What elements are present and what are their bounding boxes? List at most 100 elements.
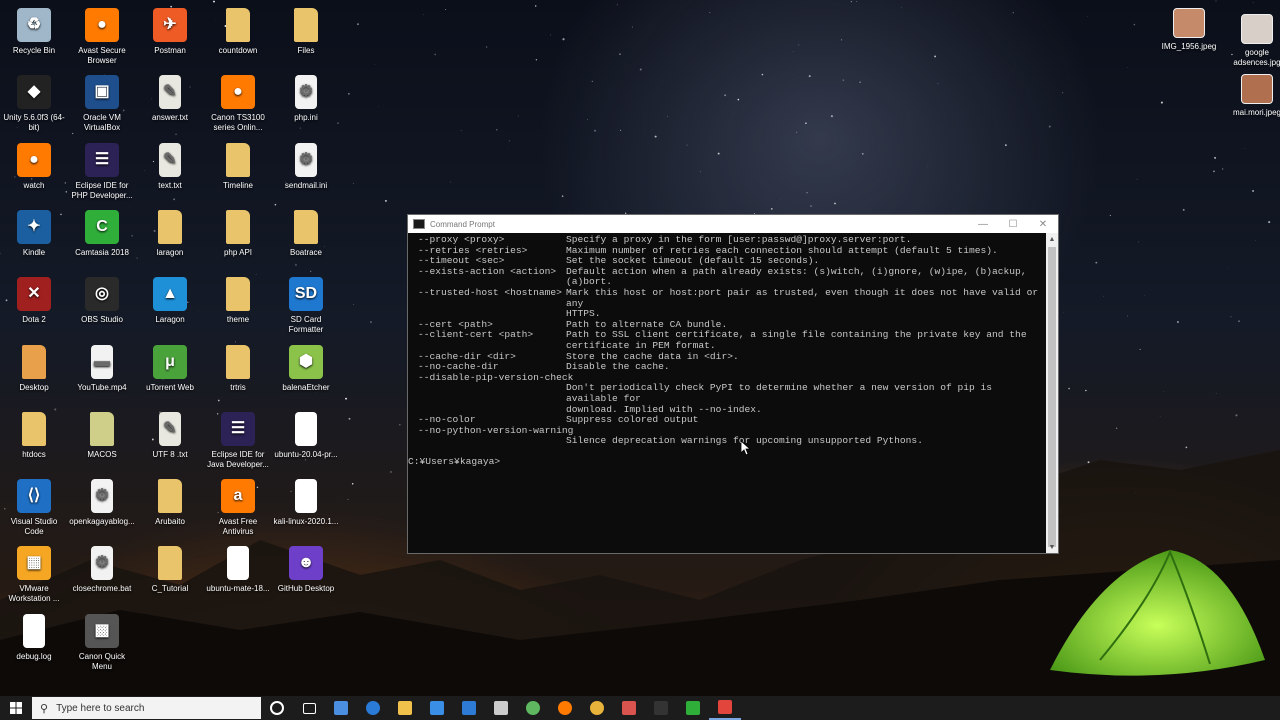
desktop-icon[interactable]: Timeline — [205, 142, 271, 191]
icon-glyph: ● — [233, 83, 243, 101]
desktop-icon[interactable]: ♻ Recycle Bin — [1, 8, 67, 56]
network-app-icon[interactable] — [325, 696, 357, 720]
desktop-icon[interactable]: debug.log — [1, 613, 67, 662]
desktop-icon[interactable]: ◆ Unity 5.6.0f3 (64-bit) — [1, 75, 67, 133]
minimize-button[interactable]: — — [968, 215, 998, 233]
desktop-icon[interactable]: ☰ Eclipse IDE for PHP Developer... — [69, 142, 135, 201]
desktop-icon-label: Canon Quick Menu — [78, 651, 126, 671]
desktop-icon[interactable]: ⚙ php.ini — [273, 75, 339, 123]
desktop-icon[interactable]: MACOS — [69, 411, 135, 460]
desktop-icon[interactable]: C Camtasia 2018 — [69, 209, 135, 258]
snipping-tool-icon[interactable] — [485, 696, 517, 720]
window-titlebar[interactable]: Command Prompt — ☐ ✕ — [408, 215, 1058, 233]
desktop-icon[interactable]: ✎ text.txt — [137, 142, 203, 191]
desktop-image-icon[interactable]: google adsences.jpg — [1224, 14, 1280, 68]
cmd-option-row: --proxy <proxy> Specify a proxy in the fo… — [408, 234, 1046, 246]
desktop-icon[interactable]: ⚙ openkagayablog... — [69, 479, 135, 527]
cmd-option-row: --exists-action <action> Default action w… — [408, 266, 1046, 288]
android-studio-icon[interactable] — [517, 696, 549, 720]
desktop-icon[interactable]: countdown — [205, 8, 271, 56]
taskbar-search-box[interactable]: ⚲ Type here to search — [32, 697, 261, 719]
camtasia-taskbar-icon[interactable] — [677, 696, 709, 720]
desktop-icon[interactable]: a Avast Free Antivirus — [205, 479, 271, 537]
desktop-icon[interactable]: ⟨⟩ Visual Studio Code — [1, 479, 67, 537]
icon-glyph: ⟨⟩ — [27, 487, 41, 505]
desktop-icon[interactable]: ▩ Canon Quick Menu — [69, 613, 135, 672]
config-file-icon: ⚙ — [91, 479, 113, 514]
icon-glyph: ⚙ — [298, 150, 314, 168]
scroll-up-arrow-icon[interactable]: ▲ — [1046, 233, 1058, 245]
star — [508, 140, 511, 142]
desktop-icon[interactable]: laragon — [137, 209, 203, 258]
utorrent-icon: μ — [153, 344, 187, 379]
task-view-icon[interactable] — [293, 696, 325, 720]
desktop-icon[interactable]: ▦ VMware Workstation ... — [1, 546, 67, 604]
star — [808, 75, 811, 78]
edge-icon[interactable] — [357, 696, 389, 720]
desktop-icon[interactable]: ✦ Kindle — [1, 209, 67, 258]
desktop-icon[interactable]: ⚙ closechrome.bat — [69, 546, 135, 594]
star — [352, 182, 354, 184]
star — [1238, 464, 1240, 466]
desktop-icon[interactable]: ● watch — [1, 142, 67, 191]
mail-icon[interactable] — [453, 696, 485, 720]
avast-browser-icon: ● — [85, 8, 119, 42]
avast-browser-taskbar-icon[interactable] — [549, 696, 581, 720]
file-explorer-icon[interactable] — [389, 696, 421, 720]
desktop-icon[interactable]: ⚙ sendmail.ini — [273, 142, 339, 191]
desktop-icon[interactable]: php API — [205, 209, 271, 258]
desktop-icon[interactable]: Boatrace — [273, 209, 339, 258]
camtasia-recorder-taskbar-icon[interactable] — [709, 696, 741, 720]
desktop-icon[interactable]: ubuntu-20.04-pr... — [273, 411, 339, 460]
desktop-icon[interactable]: μ uTorrent Web — [137, 344, 203, 393]
desktop-icon[interactable]: ✎ UTF 8 .txt — [137, 411, 203, 460]
desktop-icon[interactable]: trtris — [205, 344, 271, 393]
star — [299, 127, 301, 129]
blank-file-icon — [295, 411, 317, 446]
desktop-icon[interactable]: ✎ answer.txt — [137, 75, 203, 123]
desktop-icon[interactable]: ubuntu-mate-18... — [205, 546, 271, 594]
desktop-icon[interactable]: ▬ YouTube.mp4 — [69, 344, 135, 393]
desktop-icon[interactable]: theme — [205, 277, 271, 325]
desktop-icon[interactable]: C_Tutorial — [137, 546, 203, 594]
start-button[interactable] — [0, 696, 32, 720]
desktop-icon[interactable]: ✕ Dota 2 — [1, 277, 67, 325]
desktop-icon[interactable]: ☰ Eclipse IDE for Java Developer... — [205, 411, 271, 470]
desktop-icon[interactable]: ▣ Oracle VM VirtualBox — [69, 75, 135, 133]
tiles-app-icon[interactable] — [613, 696, 645, 720]
desktop-icon[interactable]: ✈ Postman — [137, 8, 203, 56]
star — [384, 199, 387, 202]
desktop-icon[interactable]: ● Avast Secure Browser — [69, 8, 135, 66]
vertical-scrollbar[interactable]: ▲ ▼ — [1046, 233, 1058, 553]
star — [65, 191, 67, 193]
scroll-thumb[interactable] — [1048, 247, 1056, 547]
taskbar-icon-shape — [718, 700, 732, 714]
desktop-icon[interactable]: Files — [273, 8, 339, 56]
desktop-icon[interactable]: Arubaito — [137, 479, 203, 527]
maximize-button[interactable]: ☐ — [998, 215, 1028, 233]
command-prompt-taskbar-icon[interactable] — [645, 696, 677, 720]
desktop-icon[interactable]: ◎ OBS Studio — [69, 277, 135, 325]
desktop-icon[interactable]: ▲ Laragon — [137, 277, 203, 325]
command-prompt-window[interactable]: Command Prompt — ☐ ✕ --proxy <proxy> Spec… — [407, 214, 1059, 554]
desktop-icon[interactable]: kali-linux-2020.1... — [273, 479, 339, 527]
cortana-icon[interactable] — [261, 696, 293, 720]
desktop-icon[interactable]: htdocs — [1, 411, 67, 460]
desktop-image-icon[interactable]: mai.mori.jpeg — [1224, 74, 1280, 118]
desktop-icon[interactable]: Desktop — [1, 344, 67, 393]
console-output[interactable]: --proxy <proxy> Specify a proxy in the fo… — [408, 233, 1046, 553]
folder-icon — [158, 546, 182, 581]
desktop-icon[interactable]: ⬢ balenaEtcher — [273, 344, 339, 393]
star — [1012, 12, 1014, 14]
store-icon[interactable] — [421, 696, 453, 720]
desktop-icon-label: VMware Workstation ... — [8, 584, 60, 604]
desktop-icon[interactable]: SD SD Card Formatter — [273, 277, 339, 335]
scroll-down-arrow-icon[interactable]: ▼ — [1046, 541, 1058, 553]
close-button[interactable]: ✕ — [1028, 215, 1058, 233]
desktop-image-icon[interactable]: IMG_1956.jpeg — [1156, 8, 1222, 52]
command-prompt-line[interactable]: C:¥Users¥kagaya> — [408, 456, 1046, 468]
desktop-icon-label: php API — [223, 247, 253, 257]
chrome-icon[interactable] — [581, 696, 613, 720]
desktop-icon[interactable]: ● Canon TS3100 series Onlin... — [205, 75, 271, 133]
desktop-icon[interactable]: ☻ GitHub Desktop — [273, 546, 339, 594]
